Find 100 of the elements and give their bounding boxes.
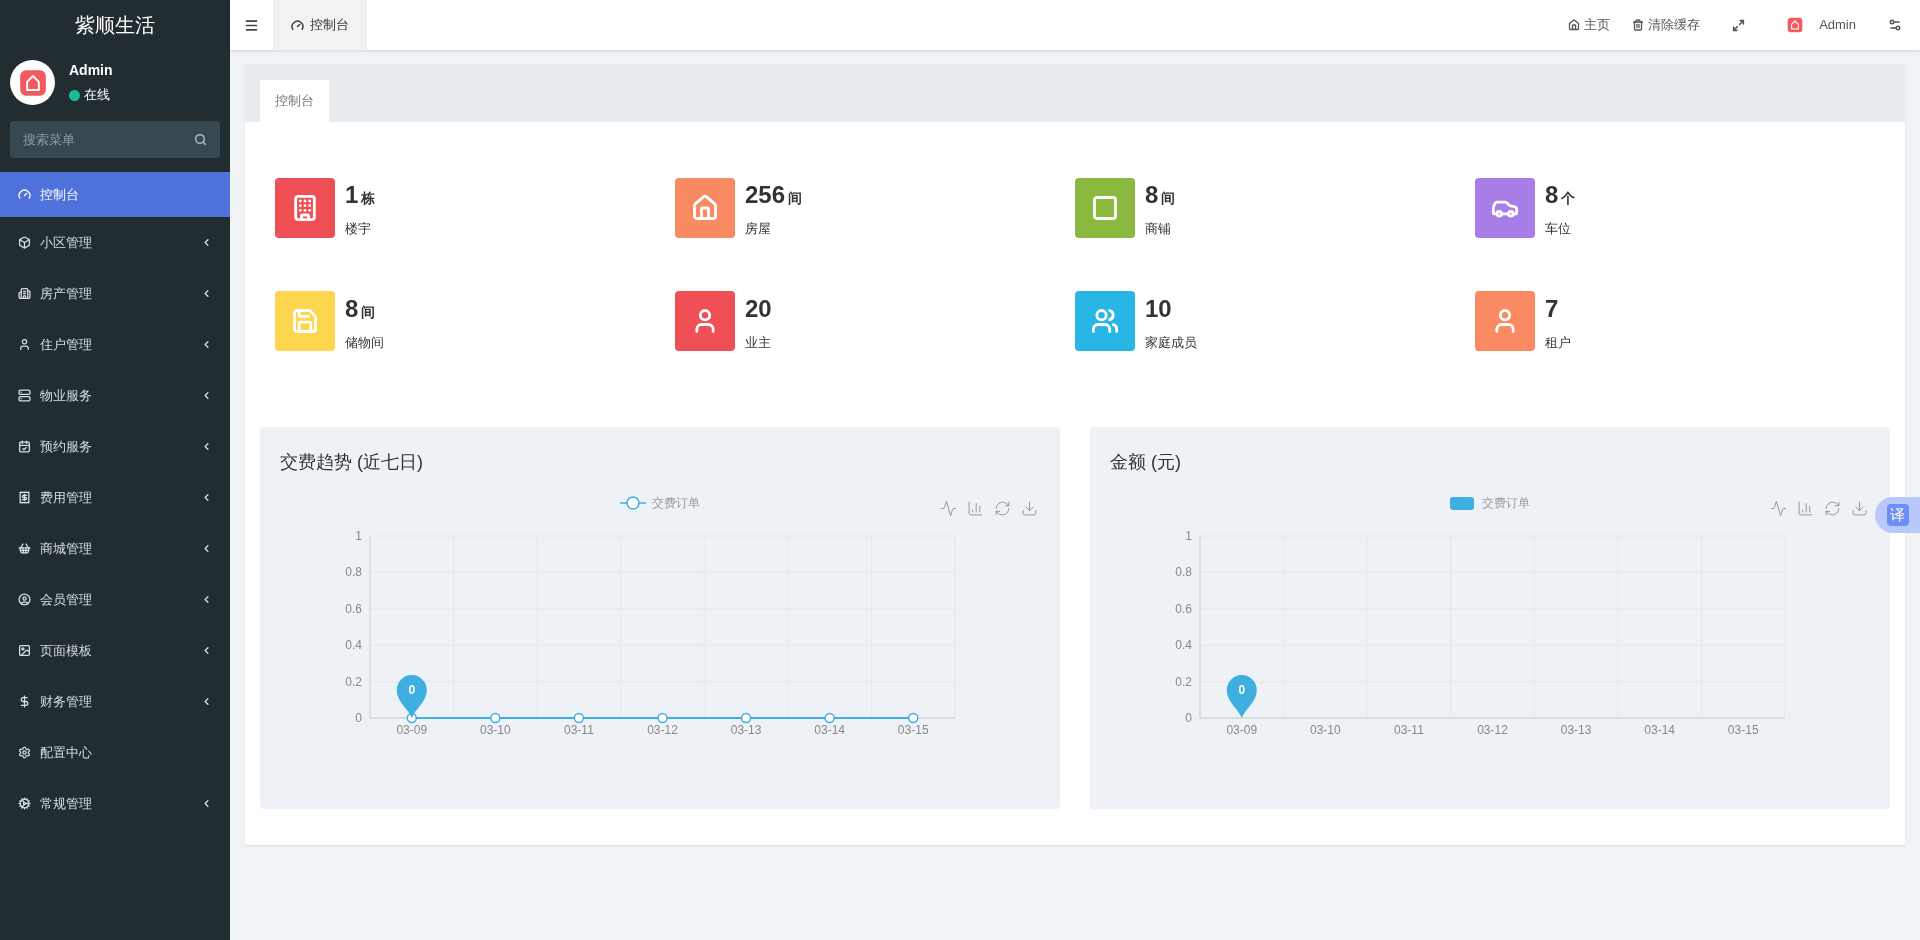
building-icon [18,287,31,300]
menu-search-field[interactable]: 搜索菜单 [10,121,220,158]
stat-unit: 间 [788,189,803,208]
menu-icon[interactable] [244,17,259,33]
refresh-icon[interactable] [1824,500,1841,517]
download-icon[interactable] [1851,500,1868,517]
header-link[interactable]: 主页 [1568,15,1611,35]
sidebar-menu-item[interactable]: 会员管理 [0,574,230,625]
dashboard-icon [18,188,31,201]
legend-label: 交费订单 [652,496,700,510]
header-link[interactable]: 清除缓存 [1632,15,1701,35]
line-chart-icon[interactable] [940,500,957,517]
x-tick-label: 03-10 [1310,723,1342,737]
stat-label: 楼宇 [345,220,372,238]
y-tick-label: 0 [1185,711,1193,725]
user-status: 在线 [84,86,110,105]
y-tick-label: 0.2 [1175,674,1193,689]
x-tick-label: 03-10 [480,723,512,737]
home-logo-icon [18,68,47,97]
content-tab[interactable]: 控制台 [260,80,329,122]
calendar-icon [18,440,31,453]
x-tick-label: 03-12 [647,723,679,737]
stat-value: 256 [745,180,786,210]
y-tick-label: 0.6 [345,601,363,616]
stat-value: 10 [1145,293,1172,324]
home-icon [1568,19,1581,31]
trash-icon [1632,19,1645,31]
basket-icon [18,542,31,555]
image-icon [18,644,31,657]
sidebar-menu-item[interactable]: 物业服务 [0,370,230,421]
data-point [740,712,752,724]
download-icon[interactable] [1021,500,1038,517]
stat-label: 房屋 [745,220,772,238]
data-point [824,712,835,724]
y-tick-label: 0.2 [345,674,363,689]
sidebar-menu-item[interactable]: 控制台 [0,172,230,217]
cube-icon [18,236,31,249]
stat-unit: 间 [361,302,376,322]
x-tick-label: 03-14 [814,723,846,737]
sidebar-menu-item[interactable]: 小区管理 [0,217,230,268]
search-icon[interactable] [194,133,207,146]
data-point [490,712,501,724]
sidebar-menu-item[interactable]: 配置中心 [0,727,230,778]
settings-icon[interactable] [1888,18,1902,32]
x-tick-label: 03-12 [1477,723,1509,737]
x-tick-label: 03-09 [1226,723,1258,737]
square-icon [1091,193,1119,222]
sidebar-menu-item[interactable]: 财务管理 [0,676,230,727]
bar-chart-icon[interactable] [967,500,984,517]
x-tick-label: 03-15 [897,723,929,737]
data-point [573,712,585,724]
user-menu[interactable]: Admin [1787,15,1856,35]
sidebar-menu-item[interactable]: 常规管理 [0,778,230,829]
house-icon [691,193,719,222]
stat-value: 7 [1545,293,1559,324]
sidebar-menu-item[interactable]: 商城管理 [0,523,230,574]
dashboard-icon [291,18,304,32]
fullscreen-icon[interactable] [1732,18,1746,32]
x-tick-label: 03-11 [1394,723,1425,737]
stat-label: 家庭成员 [1145,333,1197,352]
receipt-icon [18,491,31,504]
stat-value: 1 [345,180,359,210]
server-icon [18,389,31,402]
stat-value: 20 [745,293,772,324]
sidebar-menu-item[interactable]: 住户管理 [0,319,230,370]
y-tick-label: 0.4 [1175,638,1193,653]
page-tab[interactable]: 控制台 [273,0,367,50]
line-chart-icon[interactable] [1770,500,1787,517]
y-tick-label: 0 [355,711,363,725]
save-icon [291,307,319,336]
chart-title: 金额 (元) [1110,451,1182,474]
data-point [907,712,919,724]
sidebar-menu-item[interactable]: 房产管理 [0,268,230,319]
sidebar-menu-item[interactable]: 费用管理 [0,472,230,523]
value-pin: 0 [1226,675,1257,718]
user-circle-icon [18,593,31,606]
stat-value: 8 [1145,180,1159,210]
users-icon [1091,307,1119,336]
x-tick-label: 03-13 [730,723,762,737]
refresh-icon[interactable] [994,500,1011,517]
stat-value: 8 [345,293,359,324]
x-tick-label: 03-09 [396,723,428,737]
legend-label: 交费订单 [1482,496,1530,510]
stat-label: 商铺 [1145,220,1172,238]
chart-title: 交费趋势 (近七日) [280,451,424,474]
x-tick-label: 03-13 [1560,723,1592,737]
data-point [657,712,668,724]
stat-label: 租户 [1545,333,1571,352]
bar-chart-icon[interactable] [1797,500,1814,517]
dollar-icon [18,695,31,708]
x-tick-label: 03-14 [1644,723,1676,737]
sidebar-menu-item[interactable]: 预约服务 [0,421,230,472]
user-name: Admin [69,61,113,81]
settings-icon [18,746,31,759]
user-icon [18,338,31,351]
annotation: 0 [408,683,416,697]
stat-unit: 个 [1561,189,1576,208]
y-tick-label: 0.6 [1175,601,1193,616]
sidebar-menu-item[interactable]: 页面模板 [0,625,230,676]
home-logo-icon [1787,17,1804,33]
